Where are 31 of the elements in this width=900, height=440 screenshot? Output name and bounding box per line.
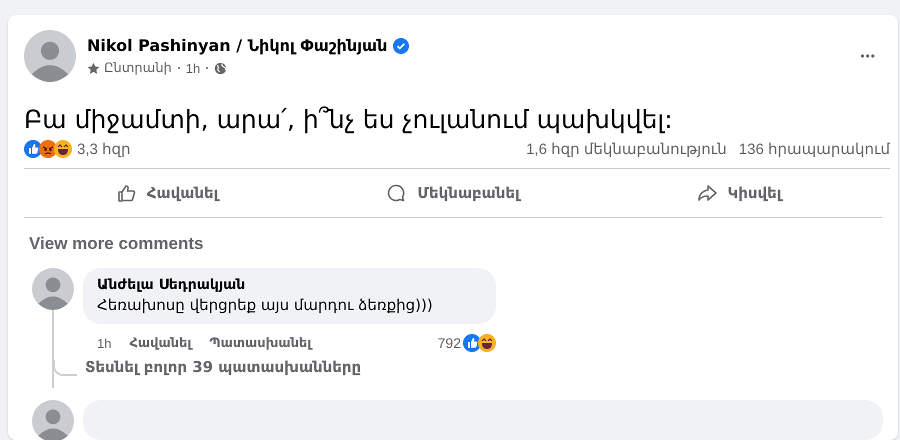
star-icon bbox=[87, 62, 100, 74]
view-replies-link[interactable]: Տեսնել բոլոր 39 պատասխանները bbox=[85, 358, 362, 376]
separator-dot bbox=[178, 67, 180, 69]
globe-icon bbox=[214, 62, 228, 74]
thumbs-up-icon bbox=[116, 182, 137, 204]
action-button[interactable]: Մեկնաբանել bbox=[310, 169, 596, 217]
avatar[interactable] bbox=[24, 30, 76, 82]
commenter-avatar[interactable] bbox=[32, 268, 74, 310]
comment-count[interactable]: 1,6 հզր մեկնաբանություն bbox=[526, 140, 727, 158]
laugh-reaction-icon[interactable] bbox=[54, 140, 72, 158]
laugh-reaction-icon[interactable] bbox=[478, 334, 496, 352]
separator-dot bbox=[206, 67, 208, 69]
reaction-count[interactable]: 792 bbox=[438, 335, 461, 351]
view-more-comments-link[interactable]: View more comments bbox=[29, 234, 204, 254]
comment-time[interactable]: 1h bbox=[97, 336, 112, 350]
author-name[interactable]: Nikol Pashinyan / Նիկոլ Փաշինյան bbox=[87, 36, 388, 55]
share-count[interactable]: 136 հրապարակում bbox=[738, 140, 890, 158]
more-options-button[interactable]: ••• bbox=[856, 45, 880, 67]
post-time[interactable]: 1h bbox=[186, 60, 200, 76]
action-button[interactable]: Կիսվել bbox=[596, 169, 882, 217]
audience-label[interactable]: Ընտրանի bbox=[104, 60, 172, 76]
reaction-count[interactable]: 3,3 հզր bbox=[77, 140, 131, 158]
action-button[interactable]: Հավանել bbox=[24, 169, 310, 217]
speech-bubble-icon bbox=[386, 182, 408, 204]
comment-text: Հեռախոսը վերցրեք այս մարդու ձեռքից))) bbox=[97, 296, 434, 314]
reply-link[interactable]: Պատասխանել bbox=[209, 335, 312, 351]
commenter-name[interactable]: Անժելա Սեդրակյան bbox=[97, 277, 482, 293]
post-text: Բա միջամտի, արա՛, ի՞նչ ես չուլանում պախկվել: bbox=[24, 104, 674, 136]
share-arrow-icon bbox=[696, 182, 718, 204]
like-link[interactable]: Հավանել bbox=[129, 335, 192, 351]
commenter-avatar[interactable] bbox=[32, 400, 74, 440]
